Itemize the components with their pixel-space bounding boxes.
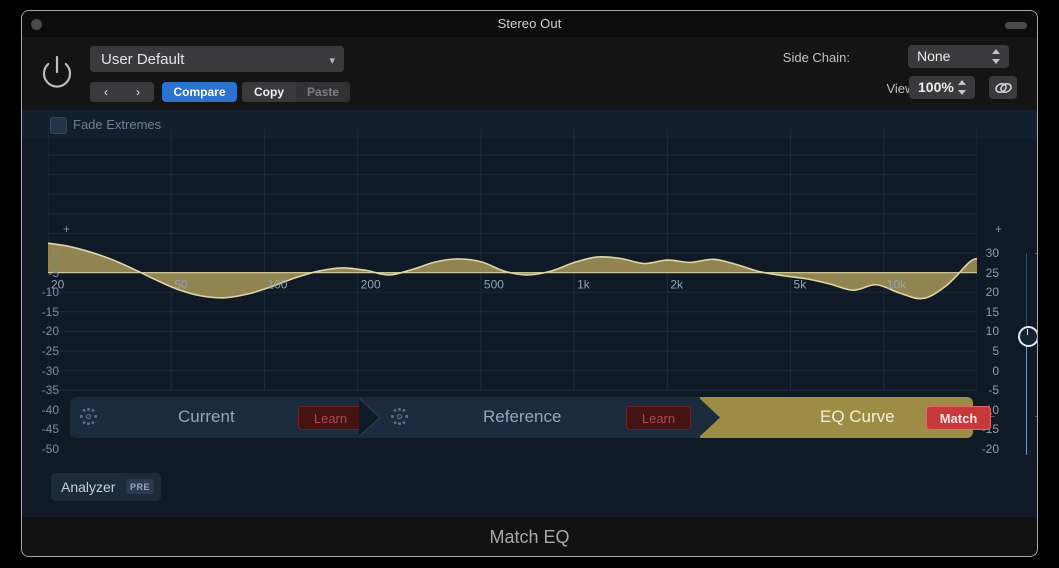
axis-right-tick: 30	[985, 246, 999, 260]
section-reference[interactable]: Reference Learn	[373, 397, 720, 438]
paste-button[interactable]: Paste	[296, 82, 350, 102]
axis-left-tick: 0	[52, 246, 59, 260]
section-reference-label: Reference	[483, 407, 562, 426]
gear-icon[interactable]	[80, 408, 97, 430]
plugin-window: Stereo Out User Default ▾ ‹ › Compare Co…	[22, 11, 1037, 556]
power-icon	[42, 55, 72, 88]
apply-slider-knob[interactable]	[1018, 326, 1037, 347]
link-chain-icon	[994, 82, 1012, 93]
svg-text:50: 50	[174, 278, 188, 292]
sidechain-menu[interactable]: None	[908, 45, 1009, 68]
spectrum-svg: 20501002005001k2k5k10k20k	[48, 129, 977, 391]
power-button[interactable]	[34, 50, 80, 96]
axis-left-tick: -45	[41, 422, 59, 437]
section-divider-current	[359, 397, 381, 438]
axis-right-tick: 5	[992, 344, 999, 358]
footer-bar: Match EQ	[22, 517, 1037, 556]
section-current-label: Current	[178, 407, 235, 426]
section-eq-curve[interactable]: EQ Curve Match	[700, 397, 991, 438]
analyzer-pre-badge[interactable]: PRE	[126, 479, 154, 494]
view-zoom-menu[interactable]: 100%	[909, 76, 975, 99]
svg-text:200: 200	[361, 278, 381, 292]
axis-right-tick: 0	[992, 363, 999, 378]
axis-right-tick: -5	[988, 383, 999, 398]
plugin-name: Match EQ	[489, 527, 570, 547]
preset-menu[interactable]: User Default ▾	[90, 46, 344, 72]
link-button[interactable]	[989, 76, 1017, 99]
axis-left-tick: -5	[48, 265, 59, 280]
axis-left-tick: -15	[41, 304, 59, 319]
section-divider-reference	[698, 397, 720, 438]
axis-left-tick: -40	[41, 402, 59, 417]
copy-button[interactable]: Copy	[242, 82, 297, 102]
axis-left-tick: -35	[41, 383, 59, 398]
svg-text:5k: 5k	[794, 278, 808, 292]
section-bar: Current Learn Reference Learn EQ Curve M…	[70, 397, 991, 438]
axis-right-tick: 25	[985, 265, 999, 280]
resize-handle-icon[interactable]	[1005, 22, 1027, 29]
axis-left-plus: +	[62, 222, 70, 236]
preset-name: User Default	[101, 51, 185, 68]
reference-learn-button[interactable]: Learn	[626, 406, 691, 430]
previous-preset-button[interactable]: ‹	[90, 82, 123, 102]
analyzer-button[interactable]: Analyzer PRE	[51, 473, 161, 501]
next-preset-button[interactable]: ›	[122, 82, 154, 102]
compare-button[interactable]: Compare	[162, 82, 237, 102]
current-learn-button[interactable]: Learn	[298, 406, 363, 430]
svg-text:100: 100	[267, 278, 287, 292]
axis-right-plus: +	[994, 222, 1002, 236]
title-bar: Stereo Out	[22, 11, 1037, 37]
axis-left-tick: -30	[41, 363, 59, 378]
apply-tick	[990, 253, 995, 254]
axis-left-tick: -10	[41, 285, 59, 300]
section-eq-curve-label: EQ Curve	[820, 407, 895, 426]
spectrum-plot[interactable]: 20501002005001k2k5k10k20k	[48, 129, 977, 391]
sidechain-value: None	[917, 48, 951, 64]
svg-text:10k: 10k	[887, 278, 907, 292]
axis-left-tick: -20	[41, 324, 59, 339]
axis-right-tick: 20	[985, 285, 999, 300]
svg-text:500: 500	[484, 278, 504, 292]
plugin-header: User Default ▾ ‹ › Compare Copy Paste Si…	[22, 37, 1037, 110]
section-current[interactable]: Current Learn	[70, 397, 381, 438]
apply-tick	[1035, 253, 1037, 254]
match-button[interactable]: Match	[926, 406, 991, 430]
analyzer-label: Analyzer	[61, 479, 116, 495]
apply-tick	[1035, 416, 1037, 417]
axis-left-tick: -25	[41, 344, 59, 358]
window-title: Stereo Out	[497, 16, 562, 31]
axis-left-tick: -50	[41, 442, 59, 456]
svg-text:2k: 2k	[670, 278, 684, 292]
stepper-icon	[958, 80, 967, 95]
svg-text:1k: 1k	[577, 278, 591, 292]
axis-right-tick: 10	[985, 324, 999, 339]
axis-right-tick: 15	[985, 304, 999, 319]
stepper-icon	[992, 49, 1001, 64]
axis-right-tick: -20	[981, 442, 999, 456]
bottom-controls: Analyzer PRE Smoothing 4.0 Channel: L&R …	[22, 455, 1037, 517]
gear-icon[interactable]	[391, 408, 408, 430]
view-value: 100%	[918, 79, 954, 95]
sidechain-label: Side Chain:	[782, 50, 850, 65]
chevron-down-icon: ▾	[329, 55, 335, 67]
